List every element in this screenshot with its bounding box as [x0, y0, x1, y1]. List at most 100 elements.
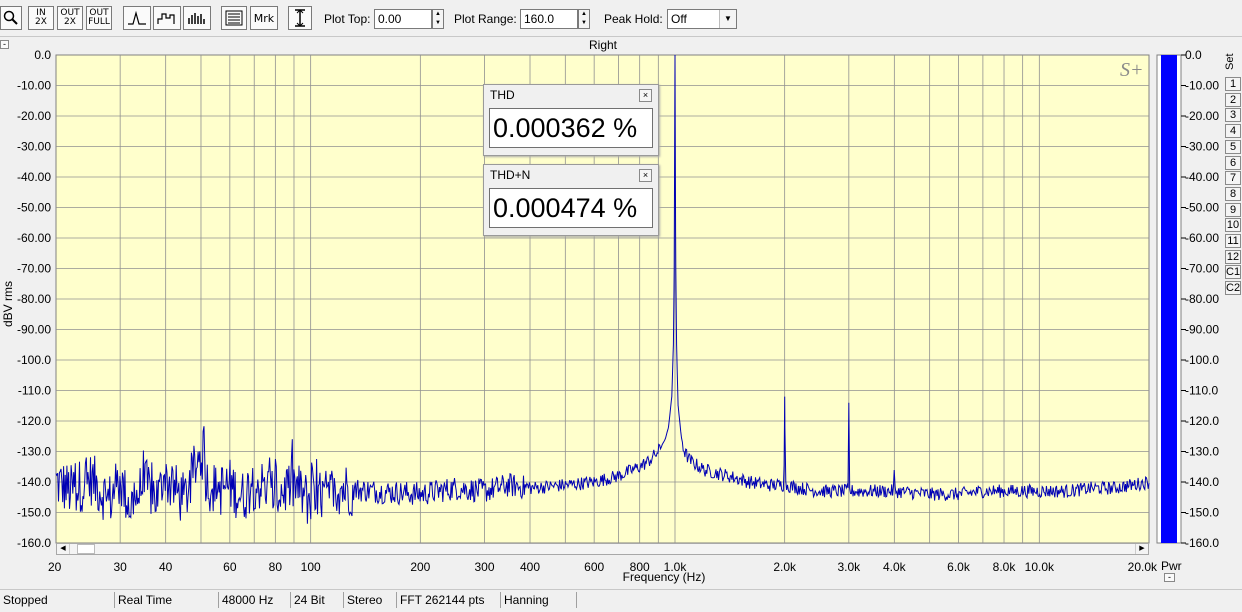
plot-top-spinner[interactable]: ▲ ▼ [432, 9, 444, 29]
meter-tick-label: -70.00 [1185, 262, 1219, 276]
x-tick-label: 8.0k [993, 560, 1017, 574]
y-tick-label: -120.0 [17, 414, 51, 428]
level-meter-bar [1161, 55, 1177, 543]
marker-button[interactable]: Mrk [250, 6, 278, 30]
channel-button-7[interactable]: 7 [1225, 171, 1241, 186]
plot-range-input[interactable]: 160.0 [520, 9, 578, 29]
x-tick-label: 40 [159, 560, 173, 574]
y-tick-label: -70.00 [17, 262, 51, 276]
zoom-in-label: IN 2X [35, 8, 47, 27]
meter-tick-label: -60.00 [1185, 231, 1219, 245]
step-mode-button[interactable] [153, 6, 181, 30]
channel-button-9[interactable]: 9 [1225, 202, 1241, 217]
pwr-label: Pwr [1161, 559, 1182, 573]
thd-title: THD [490, 88, 515, 102]
toolbar: IN 2X OUT 2X OUT FULL Mrk Plot Top: 0.00… [0, 0, 1242, 37]
close-icon[interactable]: × [639, 89, 652, 102]
plot-range-label: Plot Range: [454, 12, 517, 26]
chevron-down-icon[interactable]: ▼ [719, 10, 736, 28]
y-tick-label: -100.0 [17, 353, 51, 367]
meter-tick-label: -10.00 [1185, 79, 1219, 93]
meter-tick-label: -130.0 [1185, 445, 1219, 459]
vertical-cursor-icon [295, 9, 305, 27]
x-tick-label: 300 [474, 560, 494, 574]
bar-plot-icon [188, 13, 205, 24]
channel-button-1[interactable]: 1 [1225, 77, 1241, 91]
plot-range-spinner[interactable]: ▲ ▼ [578, 9, 590, 29]
bar-mode-button[interactable] [183, 6, 211, 30]
y-tick-label: -40.00 [17, 170, 51, 184]
y-tick-label: -30.00 [17, 140, 51, 154]
y-tick-label: -130.0 [17, 445, 51, 459]
y-tick-label: -10.00 [17, 79, 51, 93]
x-tick-label: 10.0k [1025, 560, 1055, 574]
zoom-tool-button[interactable] [0, 6, 22, 30]
channel-button-6[interactable]: 6 [1225, 155, 1241, 170]
marker-label: Mrk [253, 11, 275, 25]
x-tick-label: 200 [410, 560, 430, 574]
channel-button-c1[interactable]: C1 [1225, 265, 1241, 280]
meter-tick-label: -40.00 [1185, 170, 1219, 184]
thdn-value: 0.000474 % [489, 188, 653, 228]
s-plus-logo: S+ [1120, 59, 1144, 81]
y-axis-label: dBV rms [1, 281, 15, 327]
status-state: Stopped [3, 593, 48, 607]
y-tick-label: -60.00 [17, 231, 51, 245]
channel-button-3[interactable]: 3 [1225, 108, 1241, 123]
collapse-bottom-button[interactable]: - [1164, 573, 1175, 582]
status-bar: Stopped Real Time 48000 Hz 24 Bit Stereo… [0, 589, 1242, 612]
line-plot-icon [128, 10, 146, 25]
channel-button-8[interactable]: 8 [1225, 186, 1241, 201]
meter-tick-label: -120.0 [1185, 414, 1219, 428]
magnifier-icon [3, 10, 18, 25]
status-fft-size: FFT 262144 pts [396, 592, 500, 608]
step-plot-icon [157, 13, 175, 24]
status-sample-rate: 48000 Hz [218, 592, 290, 608]
channel-button-10[interactable]: 10 [1225, 218, 1241, 233]
thdn-panel[interactable]: THD+N × 0.000474 % [483, 164, 659, 236]
peak-hold-label: Peak Hold: [604, 12, 663, 26]
channel-button-2[interactable]: 2 [1225, 92, 1241, 107]
set-label: Set [1224, 53, 1236, 70]
status-channels: Stereo [343, 592, 396, 608]
channel-button-c2[interactable]: C2 [1225, 281, 1241, 296]
scroll-right-icon[interactable]: ▶ [1135, 544, 1148, 554]
meter-tick-label: 0.0 [1185, 48, 1202, 62]
status-window: Hanning [500, 592, 577, 608]
x-tick-label: 100 [301, 560, 321, 574]
zoom-full-label: OUT FULL [88, 8, 110, 27]
x-tick-label: 20 [48, 560, 62, 574]
channel-button-5[interactable]: 5 [1225, 139, 1241, 154]
thd-panel[interactable]: THD × 0.000362 % [483, 84, 659, 156]
meter-tick-label: -160.0 [1185, 536, 1219, 550]
x-tick-label: 20.0k [1128, 560, 1158, 574]
scroll-left-icon[interactable]: ◀ [57, 544, 70, 554]
meter-tick-label: -30.00 [1185, 140, 1219, 154]
x-tick-label: 6.0k [947, 560, 971, 574]
zoom-out-2x-button[interactable]: OUT 2X [57, 6, 83, 30]
y-tick-label: -140.0 [17, 475, 51, 489]
plot-top-input[interactable]: 0.00 [374, 9, 432, 29]
meter-tick-label: -20.00 [1185, 109, 1219, 123]
x-axis-label: Frequency (Hz) [623, 570, 706, 584]
channel-button-4[interactable]: 4 [1225, 124, 1241, 139]
channel-button-11[interactable]: 11 [1225, 234, 1241, 248]
plot-top-label: Plot Top: [324, 12, 371, 26]
y-tick-label: -110.0 [18, 384, 51, 398]
channel-button-12[interactable]: 12 [1225, 249, 1241, 264]
cursor-button[interactable] [288, 6, 312, 30]
status-bit-depth: 24 Bit [290, 592, 343, 608]
thd-value: 0.000362 % [489, 108, 653, 148]
zoom-full-button[interactable]: OUT FULL [86, 6, 112, 30]
close-icon[interactable]: × [639, 169, 652, 182]
peak-hold-select[interactable]: Off ▼ [667, 9, 737, 29]
meter-tick-label: -100.0 [1185, 353, 1219, 367]
meter-tick-label: -140.0 [1185, 475, 1219, 489]
scrollbar-thumb[interactable] [77, 544, 95, 554]
horizontal-scrollbar[interactable]: ◀ ▶ [56, 543, 1149, 555]
line-mode-button[interactable] [123, 6, 151, 30]
zoom-in-2x-button[interactable]: IN 2X [28, 6, 54, 30]
x-tick-label: 2.0k [773, 560, 797, 574]
y-tick-label: -50.00 [17, 201, 51, 215]
settings-button[interactable] [221, 6, 247, 30]
